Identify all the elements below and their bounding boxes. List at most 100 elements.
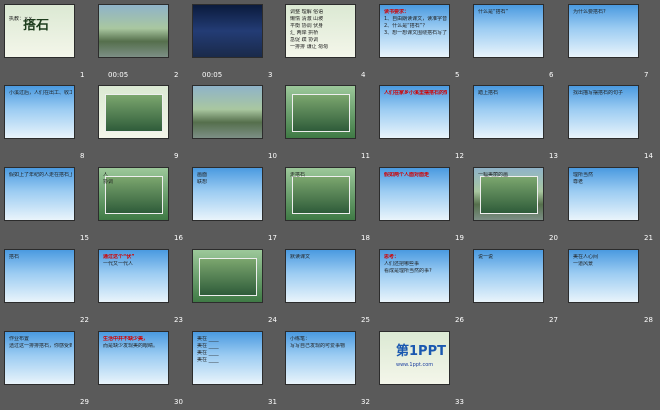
slide-text: 写写自己发现的可爱事物 <box>290 343 346 349</box>
slide-number: 30 <box>174 398 183 406</box>
slide-thumbnail-18[interactable]: 走搭石 <box>285 167 356 221</box>
slide-text: 执教：×× <box>9 16 33 22</box>
slide-text: 找出描写摆搭石的句子 <box>573 90 624 96</box>
slide-text: 调整 理解 俗语 <box>290 9 324 15</box>
slide-thumbnail-21[interactable]: 理所当然 尊老 <box>568 167 639 221</box>
slide-number: 12 <box>455 152 464 160</box>
slide-photo <box>199 258 257 296</box>
slide-text: 说一说 <box>478 254 494 260</box>
slide-number: 22 <box>80 316 89 324</box>
slide-text: 假如两个人面对面走 <box>384 172 430 178</box>
slide-thumbnail-4[interactable]: 调整 理解 俗语 懒惰 清澈 山坡 平衡 协调 伏身汇 两岸 拱桥 急促 蹼 协调 一排… <box>285 4 356 58</box>
slide-thumbnail-10[interactable] <box>192 85 263 139</box>
slide-photo <box>292 176 350 214</box>
slide-timing: 00:05 <box>202 71 223 79</box>
slide-text: 思考： <box>384 254 400 260</box>
slide-thumbnail-28[interactable]: 美在人心间 一道风景 <box>568 249 639 303</box>
slide-number: 21 <box>644 234 653 242</box>
slide-thumbnail-11[interactable] <box>285 85 356 139</box>
slide-number: 9 <box>174 152 179 160</box>
slide-timing: 00:05 <box>108 71 129 79</box>
slide-thumbnail-29[interactable]: 作业布置透过这一排排搭石，你感受到了什么? <box>4 331 75 385</box>
slide-number: 6 <box>549 71 554 79</box>
slide-number: 20 <box>549 234 558 242</box>
slide-number: 23 <box>174 316 183 324</box>
slide-text: 美在 ____ <box>197 343 219 349</box>
slide-text: 美在 ____ <box>197 357 219 363</box>
slide-text: 通过这个“伏” <box>103 254 135 260</box>
slide-text: 小练笔： <box>290 336 311 342</box>
slide-thumbnail-14[interactable]: 找出描写摆搭石的句子 <box>568 85 639 139</box>
slide-text: 一排排 谦让 匆匆 <box>290 44 329 50</box>
slide-number: 1 <box>80 71 85 79</box>
slide-thumbnail-12[interactable]: 人们在家乡小溪里摆搭石的情景 <box>379 85 450 139</box>
slide-thumbnail-32[interactable]: 小练笔： 写写自己发现的可爱事物 <box>285 331 356 385</box>
ppt-logo: 第1PPT <box>396 344 446 359</box>
slide-thumbnail-3[interactable] <box>192 4 263 58</box>
slide-text: 美在人心间 <box>573 254 599 260</box>
slide-text: 美在 ____ <box>197 350 219 356</box>
slide-number: 15 <box>80 234 89 242</box>
slide-thumbnail-26[interactable]: 思考： 人们还把哪些事 看成是理所当然的事? <box>379 249 450 303</box>
slide-thumbnail-8[interactable]: 小溪过后，人们在出工、收工、赶集、探亲、串门路过的小溪。 <box>4 85 75 139</box>
slide-photo <box>105 94 163 132</box>
slide-text: 而是缺少发现美的眼睛。 <box>103 343 159 349</box>
slide-thumbnail-23[interactable]: 通过这个“伏” 一代又一代人 <box>98 249 169 303</box>
slide-thumbnail-2[interactable] <box>98 4 169 58</box>
slide-thumbnail-17[interactable]: 画面 联想 <box>192 167 263 221</box>
slide-text: 尊老 <box>573 179 584 185</box>
slide-thumbnail-6[interactable]: 什么是“搭石” <box>473 4 544 58</box>
slide-thumbnail-5[interactable]: 读书要求：1、自由朗读课文，读准字音，读通句子。2、什么是“搭石”？3、想一想课… <box>379 4 450 58</box>
slide-text: 一代又一代人 <box>103 261 134 267</box>
slide-number: 5 <box>455 71 460 79</box>
slide-thumbnail-24[interactable] <box>192 249 263 303</box>
slide-text: 作业布置 <box>9 336 30 342</box>
slide-text: 透过这一排排搭石，你感受到了什么? <box>9 343 72 349</box>
slide-number: 33 <box>455 398 464 406</box>
slide-thumbnail-33[interactable]: 第1PPT www.1ppt.com <box>379 331 450 385</box>
slide-number: 2 <box>174 71 179 79</box>
slide-photo <box>292 94 350 132</box>
slide-thumbnail-16[interactable]: 人协调 <box>98 167 169 221</box>
slide-text: 懒惰 清澈 山坡 <box>290 16 324 22</box>
slide-text: 读书要求： <box>384 9 410 15</box>
slide-thumbnail-27[interactable]: 说一说 <box>473 249 544 303</box>
slide-text: 人 <box>103 172 109 178</box>
slide-number: 4 <box>361 71 366 79</box>
slide-thumbnail-25[interactable]: 默读课文 <box>285 249 356 303</box>
slide-text: 默读课文 <box>290 254 311 260</box>
slide-thumbnail-1[interactable]: 搭石 执教：×× <box>4 4 75 58</box>
slide-text: 3、想一想课文围绕搭石写了哪些事？ <box>384 30 447 36</box>
slide-text: 走搭石 <box>290 172 306 178</box>
slide-text: 一幅美丽的画 <box>478 172 509 178</box>
slide-text: 画面 <box>197 172 208 178</box>
slide-photo <box>480 176 538 214</box>
slide-thumbnail-15[interactable]: 假如上了年纪的人走在搭石上 <box>4 167 75 221</box>
slide-text: 为什么要搭石? <box>573 9 606 15</box>
slide-thumbnail-22[interactable]: 搭石 <box>4 249 75 303</box>
slide-thumbnail-7[interactable]: 为什么要搭石? <box>568 4 639 58</box>
slide-thumbnail-30[interactable]: 生活中并不缺少美， 而是缺少发现美的眼睛。 <box>98 331 169 385</box>
slide-number: 10 <box>268 152 277 160</box>
slide-text: 协调 <box>103 179 114 185</box>
slide-thumbnail-9[interactable] <box>98 85 169 139</box>
slide-text: 假如上了年纪的人走在搭石上 <box>9 172 72 178</box>
slide-text: 看成是理所当然的事? <box>384 268 432 274</box>
slide-number: 19 <box>455 234 464 242</box>
slide-text: 联想 <box>197 179 208 185</box>
slide-text: 急促 蹼 协调 <box>290 37 319 43</box>
slide-thumbnail-13[interactable]: 踏上搭石 <box>473 85 544 139</box>
slide-text: www.1ppt.com <box>396 362 434 368</box>
slide-text: 1、自由朗读课文，读准字音，读通句子。 <box>384 16 447 22</box>
slide-number: 26 <box>455 316 464 324</box>
slide-text: 美在 ____ <box>197 336 219 342</box>
slide-number: 13 <box>549 152 558 160</box>
slide-number: 24 <box>268 316 277 324</box>
slide-thumbnail-31[interactable]: 美在 ____ 美在 ____ 美在 ____ 美在 ____ <box>192 331 263 385</box>
slide-thumbnail-20[interactable]: 一幅美丽的画 <box>473 167 544 221</box>
slide-number: 11 <box>361 152 370 160</box>
slide-text: 什么是“搭石” <box>478 9 509 15</box>
slide-number: 17 <box>268 234 277 242</box>
slide-text: 一道风景 <box>573 261 594 267</box>
slide-thumbnail-19[interactable]: 假如两个人面对面走 <box>379 167 450 221</box>
